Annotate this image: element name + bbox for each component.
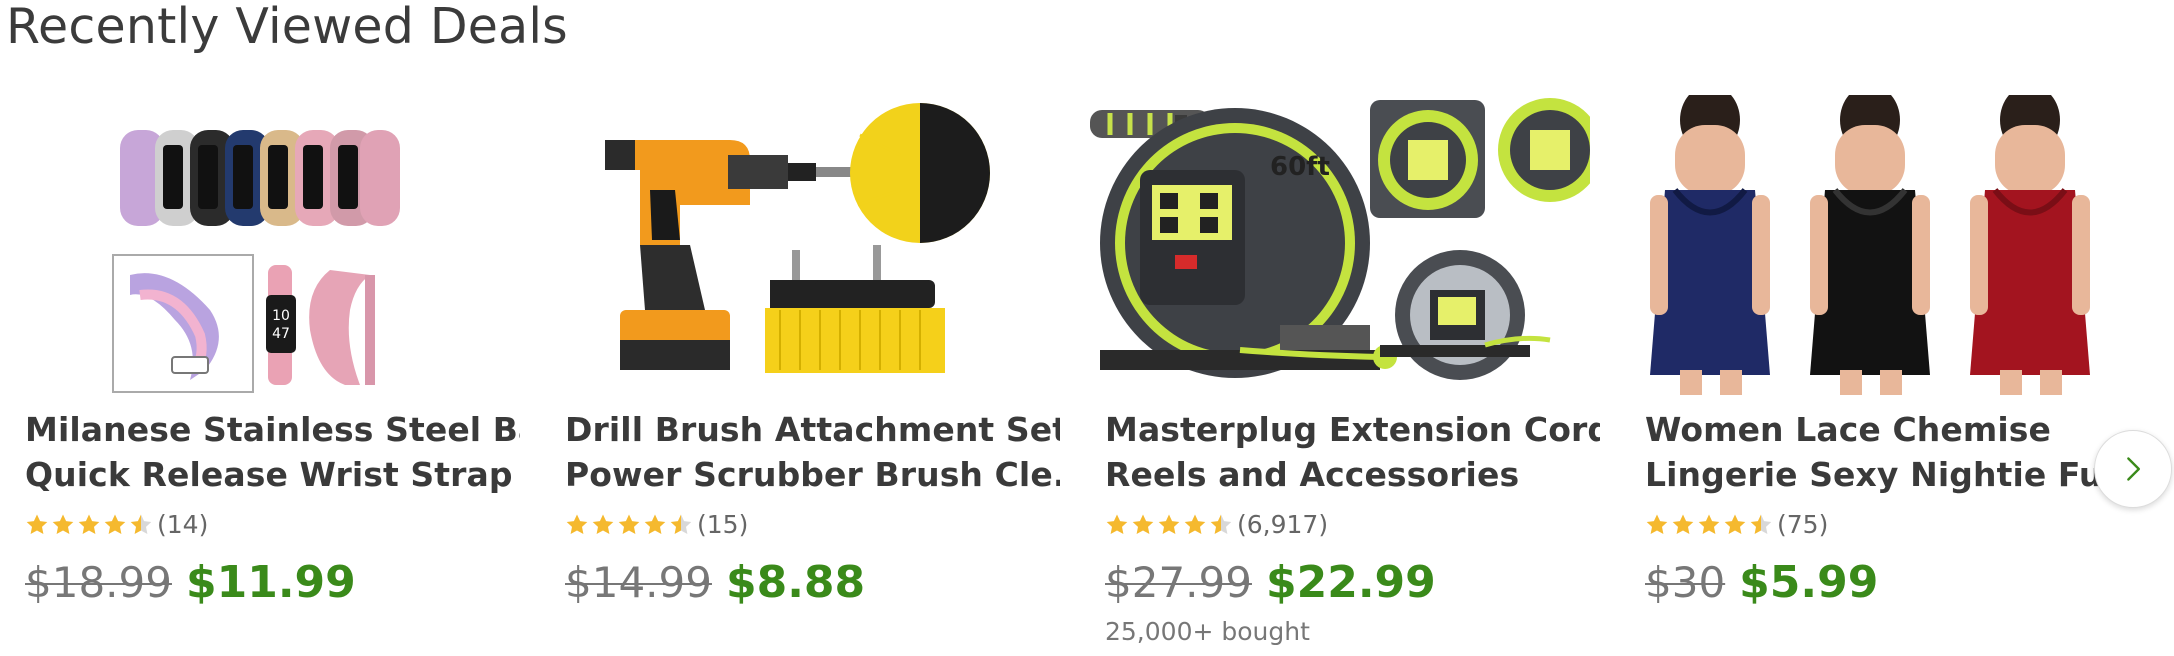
- deal-title-line: Lingerie Sexy Nightie Full Sl...: [1645, 455, 2140, 494]
- star-rating-stars: [565, 513, 693, 537]
- star-rating: (14): [25, 509, 208, 541]
- deal-title-line: Masterplug Extension Cord: [1105, 410, 1600, 449]
- star-rating: (75): [1645, 509, 1828, 541]
- star-rating: (6,917): [1105, 509, 1328, 541]
- deal-title-line: Women Lace Chemise: [1645, 410, 2051, 449]
- price-block: $18.99 $11.99: [25, 557, 356, 608]
- product-image[interactable]: [540, 95, 1050, 400]
- star-rating-stars: [1105, 513, 1233, 537]
- product-image[interactable]: [1620, 95, 2130, 400]
- original-price: $18.99: [25, 558, 172, 607]
- star-icon: [644, 514, 666, 534]
- deal-price: $5.99: [1739, 557, 1879, 608]
- product-image[interactable]: 10 47: [0, 95, 510, 400]
- star-icon: [104, 514, 126, 534]
- deal-title-line: Drill Brush Attachment Set -: [565, 410, 1060, 449]
- star-half-icon: [1750, 514, 1772, 534]
- star-rating: (15): [565, 509, 748, 541]
- product-image[interactable]: 60ft: [1080, 95, 1590, 400]
- star-icon: [1132, 514, 1154, 534]
- star-icon: [1646, 514, 1668, 534]
- svg-text:47: 47: [272, 326, 290, 342]
- rating-count: (14): [157, 510, 209, 539]
- original-price: $14.99: [565, 558, 712, 607]
- star-icon: [1672, 514, 1694, 534]
- deal-card[interactable]: 10 47 Milanese Stainless Steel Band Quic…: [0, 95, 520, 655]
- section-title: Recently Viewed Deals: [6, 0, 568, 55]
- star-rating-stars: [1645, 513, 1773, 537]
- deal-price: $8.88: [725, 557, 866, 608]
- star-half-icon: [1210, 514, 1232, 534]
- deals-carousel: 10 47 Milanese Stainless Steel Band Quic…: [0, 95, 2174, 656]
- rating-count: (75): [1777, 510, 1829, 539]
- price-block: $30 $5.99: [1645, 557, 1878, 608]
- price-block: $14.99 $8.88: [565, 557, 865, 608]
- deal-card[interactable]: Women Lace Chemise Lingerie Sexy Nightie…: [1620, 95, 2140, 655]
- price-block: $27.99 $22.99: [1105, 557, 1436, 608]
- star-icon: [1106, 514, 1128, 534]
- deal-title-line: Milanese Stainless Steel Band: [25, 410, 520, 449]
- deal-title[interactable]: Drill Brush Attachment Set - Power Scrub…: [565, 407, 1060, 497]
- star-icon: [1184, 514, 1206, 534]
- original-price: $30: [1645, 558, 1726, 607]
- deal-title[interactable]: Milanese Stainless Steel Band Quick Rele…: [25, 407, 520, 497]
- star-icon: [566, 514, 588, 534]
- original-price: $27.99: [1105, 558, 1252, 607]
- star-icon: [1698, 514, 1720, 534]
- deal-title-line: Quick Release Wrist Strap F...: [25, 455, 520, 494]
- rating-count: (15): [697, 510, 749, 539]
- star-rating-stars: [25, 513, 153, 537]
- deal-card[interactable]: Drill Brush Attachment Set - Power Scrub…: [540, 95, 1060, 655]
- bought-count: 25,000+ bought: [1105, 617, 1310, 646]
- carousel-next-button[interactable]: [2094, 430, 2172, 508]
- star-icon: [52, 514, 74, 534]
- star-icon: [1724, 514, 1746, 534]
- deal-card[interactable]: 60ft Masterplug Extension Cord Reels and…: [1080, 95, 1600, 655]
- chevron-right-icon: [2127, 457, 2140, 481]
- star-icon: [592, 514, 614, 534]
- deal-title[interactable]: Masterplug Extension Cord Reels and Acce…: [1105, 407, 1600, 497]
- deal-price: $22.99: [1265, 557, 1436, 608]
- deal-title-line: Reels and Accessories: [1105, 455, 1520, 494]
- svg-text:10: 10: [272, 308, 290, 324]
- deal-title[interactable]: Women Lace Chemise Lingerie Sexy Nightie…: [1645, 407, 2140, 497]
- star-icon: [618, 514, 640, 534]
- deal-title-line: Power Scrubber Brush Cle...: [565, 455, 1060, 494]
- star-icon: [1158, 514, 1180, 534]
- star-half-icon: [130, 514, 152, 534]
- deal-price: $11.99: [185, 557, 356, 608]
- star-half-icon: [670, 514, 692, 534]
- star-icon: [26, 514, 48, 534]
- rating-count: (6,917): [1237, 510, 1329, 539]
- svg-text:60ft: 60ft: [1270, 152, 1330, 182]
- star-icon: [78, 514, 100, 534]
